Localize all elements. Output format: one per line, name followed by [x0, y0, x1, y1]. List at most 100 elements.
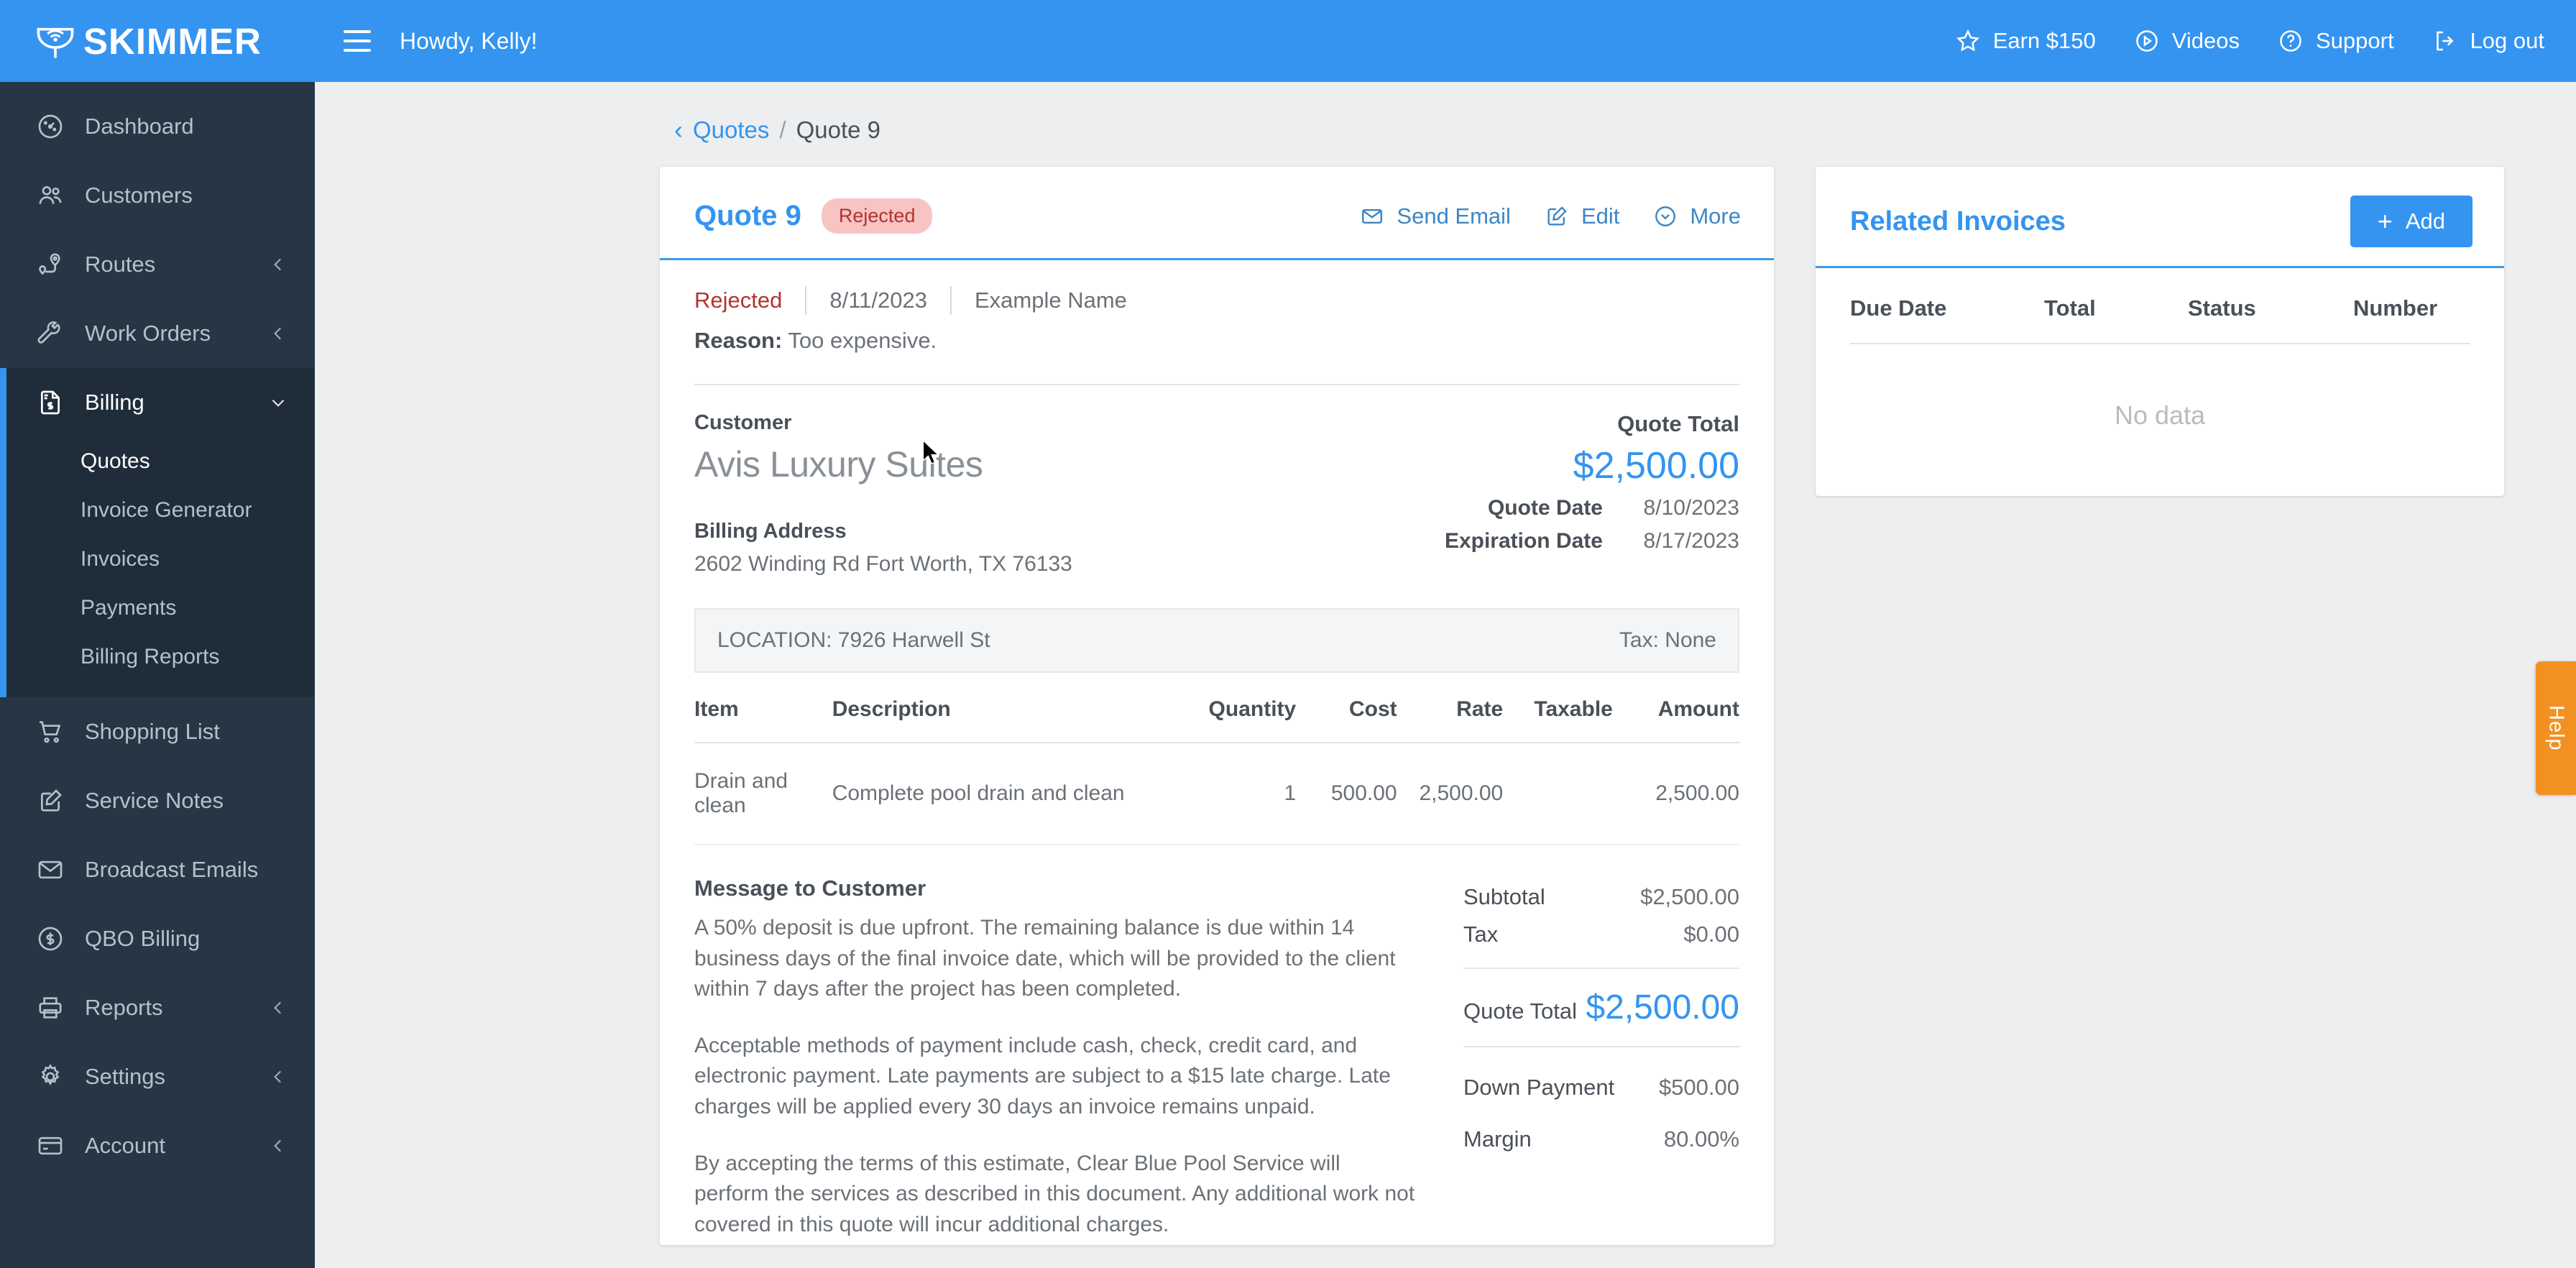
- question-circle-icon: [2277, 27, 2304, 55]
- add-invoice-button[interactable]: + Add: [2350, 196, 2472, 247]
- chevron-left-icon[interactable]: ‹: [674, 117, 683, 143]
- table-header-row: Item Description Quantity Cost Rate Taxa…: [694, 673, 1739, 743]
- sidebar-item-label: Routes: [85, 252, 156, 277]
- quote-detail-card: Quote 9 Rejected Send Email Edit More Re…: [660, 167, 1774, 1245]
- sidebar-item-label: Service Notes: [85, 788, 224, 813]
- sidebar-item-qbo-billing[interactable]: QBO Billing: [0, 904, 315, 973]
- status-badge: Rejected: [821, 198, 933, 234]
- sidebar-item-broadcast-emails[interactable]: Broadcast Emails: [0, 835, 315, 904]
- sidebar-item-label: Account: [85, 1133, 166, 1158]
- billing-address-label: Billing Address: [694, 520, 847, 543]
- sidebar-item-service-notes[interactable]: Service Notes: [0, 766, 315, 835]
- cell-quantity: 1: [1184, 743, 1297, 845]
- chevron-left-icon[interactable]: [269, 1136, 288, 1155]
- sidebar-item-label: Customers: [85, 183, 193, 208]
- cell-taxable: [1503, 743, 1613, 845]
- sidebar-item-shopping-list[interactable]: Shopping List: [0, 697, 315, 766]
- column-header-rate: Rate: [1397, 673, 1504, 743]
- tax-text: Tax: None: [1619, 628, 1716, 652]
- expiration-date-label: Expiration Date: [1444, 529, 1603, 553]
- margin-row: Margin 80.00%: [1463, 1113, 1739, 1165]
- hamburger-icon[interactable]: [344, 30, 371, 52]
- edit-button[interactable]: Edit: [1544, 203, 1619, 229]
- sidebar-item-settings[interactable]: Settings: [0, 1042, 315, 1111]
- support-button[interactable]: Support: [2277, 27, 2394, 55]
- subtotal-row: Subtotal $2,500.00: [1463, 878, 1739, 916]
- customer-block: Customer Avis Luxury Suites Billing Addr…: [694, 411, 1445, 576]
- quote-total-value: $2,500.00: [1573, 445, 1739, 487]
- empty-state-text: No data: [2114, 400, 2206, 430]
- sidebar-item-reports[interactable]: Reports: [0, 973, 315, 1042]
- chevron-down-icon[interactable]: [269, 393, 288, 412]
- sidebar-item-routes[interactable]: Routes: [0, 230, 315, 299]
- related-invoices-table: Due Date Total Status Number: [1850, 268, 2470, 344]
- sidebar-item-label: Broadcast Emails: [85, 857, 259, 882]
- sidebar-item-dashboard[interactable]: Dashboard: [0, 92, 315, 161]
- column-header-due-date: Due Date: [1850, 268, 2044, 344]
- sidebar-item-billing-reports[interactable]: Billing Reports: [0, 633, 315, 681]
- quote-date-row: Quote Date 8/10/2023: [1445, 496, 1739, 520]
- cell-item: Drain and clean: [694, 743, 832, 845]
- rejection-author: Example Name: [974, 288, 1127, 313]
- sidebar-subitem-label: Billing Reports: [80, 645, 220, 669]
- chevron-left-icon[interactable]: [269, 324, 288, 343]
- message-paragraph: By accepting the terms of this estimate,…: [694, 1151, 1415, 1236]
- chevron-left-icon[interactable]: [269, 998, 288, 1017]
- top-action-label: Videos: [2171, 28, 2240, 53]
- breadcrumb-parent-link[interactable]: Quotes: [693, 116, 769, 144]
- sidebar-item-billing[interactable]: Billing: [0, 368, 315, 437]
- sidebar-item-quotes[interactable]: Quotes: [0, 437, 315, 486]
- sidebar-subitem-label: Payments: [80, 596, 177, 620]
- logout-button[interactable]: Log out: [2432, 27, 2544, 55]
- totals-panel: Subtotal $2,500.00 Tax $0.00 Quote Total…: [1463, 876, 1739, 1240]
- send-email-button[interactable]: Send Email: [1359, 203, 1511, 229]
- sidebar-subitem-label: Invoice Generator: [80, 498, 252, 522]
- sidebar-item-label: Billing: [85, 390, 144, 415]
- expiration-date-value: 8/17/2023: [1643, 529, 1739, 553]
- earn-money-button[interactable]: Earn $150: [1954, 27, 2096, 55]
- sidebar-item-customers[interactable]: Customers: [0, 161, 315, 230]
- sidebar-item-label: Dashboard: [85, 114, 194, 139]
- help-tab[interactable]: Help: [2536, 661, 2576, 795]
- chevron-left-icon[interactable]: [269, 255, 288, 274]
- sidebar-item-label: Work Orders: [85, 321, 211, 346]
- quote-date-label: Quote Date: [1487, 496, 1603, 520]
- more-button[interactable]: More: [1652, 203, 1741, 229]
- gear-icon: [34, 1061, 66, 1093]
- divider: [949, 286, 952, 315]
- play-circle-icon: [2133, 27, 2161, 55]
- cell-description: Complete pool drain and clean: [832, 743, 1184, 845]
- column-header-amount: Amount: [1612, 673, 1739, 743]
- column-header-taxable: Taxable: [1503, 673, 1613, 743]
- expiration-date-row: Expiration Date 8/17/2023: [1445, 529, 1739, 553]
- message-paragraph: A 50% deposit is due upfront. The remain…: [694, 916, 1396, 1001]
- message-paragraph: Acceptable methods of payment include ca…: [694, 1033, 1391, 1118]
- chevron-left-icon[interactable]: [269, 1067, 288, 1086]
- envelope-icon: [1359, 203, 1385, 229]
- divider: [1463, 1046, 1739, 1047]
- sidebar-item-work-orders[interactable]: Work Orders: [0, 299, 315, 368]
- tax-row: Tax $0.00: [1463, 916, 1739, 953]
- page-title: Quote 9: [694, 200, 801, 231]
- quote-total-label: Quote Total: [1617, 411, 1739, 436]
- related-invoices-title: Related Invoices: [1850, 206, 2066, 236]
- sidebar-item-account[interactable]: Account: [0, 1111, 315, 1180]
- brand-logo[interactable]: SKIMMER: [0, 0, 315, 82]
- quote-total-value: $2,500.00: [1586, 988, 1739, 1026]
- quote-total-block: Quote Total $2,500.00 Quote Date 8/10/20…: [1445, 411, 1739, 576]
- videos-button[interactable]: Videos: [2133, 27, 2240, 55]
- sidebar-item-payments[interactable]: Payments: [0, 584, 315, 633]
- sidebar-item-invoices[interactable]: Invoices: [0, 535, 315, 584]
- sidebar-item-invoice-generator[interactable]: Invoice Generator: [0, 486, 315, 535]
- column-header-status: Status: [2188, 268, 2353, 344]
- pencil-square-icon: [1544, 203, 1570, 229]
- dollar-circle-icon: [34, 923, 66, 955]
- sidebar-subitem-label: Invoices: [80, 547, 160, 571]
- chevron-down-circle-icon: [1652, 203, 1678, 229]
- quote-total-row: Quote Total $2,500.00: [1463, 983, 1739, 1032]
- location-text: LOCATION: 7926 Harwell St: [717, 628, 990, 652]
- customer-name: Avis Luxury Suites: [694, 444, 983, 484]
- sidebar-item-label: Reports: [85, 995, 163, 1020]
- rejection-status: Rejected: [694, 288, 783, 313]
- rejection-date: 8/11/2023: [829, 288, 927, 313]
